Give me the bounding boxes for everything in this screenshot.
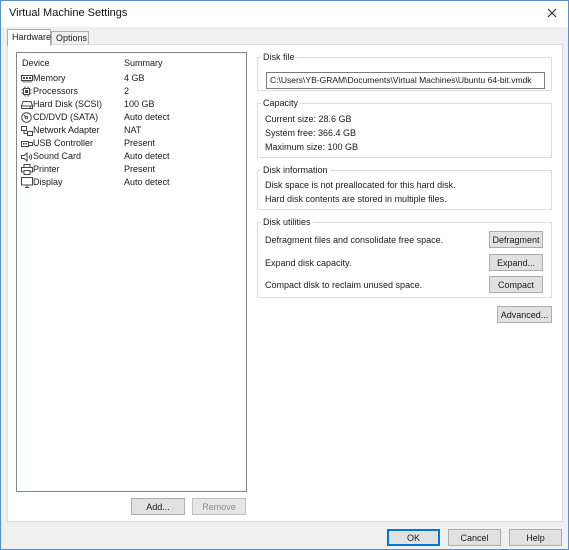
current-size-text: Current size: 28.6 GB: [265, 114, 352, 124]
device-row-cd-dvd[interactable]: CD/DVD (SATA) Auto detect: [17, 111, 246, 124]
window-title: Virtual Machine Settings: [9, 7, 128, 19]
device-name: Display: [33, 177, 63, 187]
disk-file-group: Disk file C:\Users\YB-GRAM\Documents\Vir…: [257, 52, 552, 91]
device-name: USB Controller: [33, 138, 94, 148]
device-row-usb-controller[interactable]: USB Controller Present: [17, 137, 246, 150]
device-name: Hard Disk (SCSI): [33, 99, 103, 109]
help-button[interactable]: Help: [509, 529, 562, 546]
remove-device-button[interactable]: Remove: [192, 498, 246, 515]
device-summary: Auto detect: [124, 151, 170, 161]
capacity-group-title: Capacity: [261, 98, 301, 109]
compact-button[interactable]: Compact: [489, 276, 543, 293]
disk-file-path-field[interactable]: C:\Users\YB-GRAM\Documents\Virtual Machi…: [266, 72, 545, 89]
device-list-header: Device Summary: [17, 53, 246, 73]
device-summary: 2: [124, 86, 130, 96]
defragment-description: Defragment files and consolidate free sp…: [265, 235, 444, 245]
disk-utilities-group-title: Disk utilities: [261, 217, 313, 228]
preallocation-text: Disk space is not preallocated for this …: [265, 180, 456, 190]
device-row-network-adapter[interactable]: Network Adapter NAT: [17, 124, 246, 137]
device-name: Network Adapter: [33, 125, 100, 135]
device-row-display[interactable]: Display Auto detect: [17, 176, 246, 189]
device-summary: Present: [124, 164, 156, 174]
disk-information-group-title: Disk information: [261, 165, 330, 176]
device-summary: Auto detect: [124, 177, 170, 187]
title-bar: Virtual Machine Settings: [1, 1, 568, 27]
device-column-header[interactable]: Device: [22, 58, 50, 68]
vm-settings-dialog: Virtual Machine Settings Hardware Option…: [0, 0, 569, 550]
hard-disk-icon: [20, 99, 33, 110]
device-summary: Auto detect: [124, 112, 170, 122]
compact-description: Compact disk to reclaim unused space.: [265, 280, 423, 290]
capacity-group: Capacity Current size: 28.6 GB System fr…: [257, 98, 552, 158]
device-row-printer[interactable]: Printer Present: [17, 163, 246, 176]
disk-file-group-title: Disk file: [261, 52, 297, 63]
ok-button[interactable]: OK: [387, 529, 440, 546]
maximum-size-text: Maximum size: 100 GB: [265, 142, 359, 152]
device-name: CD/DVD (SATA): [33, 112, 99, 122]
device-summary: NAT: [124, 125, 142, 135]
device-summary: Present: [124, 138, 156, 148]
device-name: Printer: [33, 164, 60, 174]
close-icon: [547, 8, 557, 18]
device-name: Memory: [33, 73, 66, 83]
device-name: Sound Card: [33, 151, 82, 161]
advanced-button[interactable]: Advanced...: [497, 306, 552, 323]
tab-hardware[interactable]: Hardware: [7, 29, 51, 46]
device-row-processors[interactable]: Processors 2: [17, 85, 246, 98]
device-row-memory[interactable]: Memory 4 GB: [17, 72, 246, 85]
sound-card-icon: [20, 151, 33, 162]
memory-icon: [20, 73, 33, 84]
device-summary: 100 GB: [124, 99, 155, 109]
disk-information-group: Disk information Disk space is not preal…: [257, 165, 552, 210]
system-free-text: System free: 366.4 GB: [265, 128, 357, 138]
display-icon: [20, 177, 33, 188]
summary-column-header[interactable]: Summary: [124, 58, 163, 68]
tab-options[interactable]: Options: [51, 31, 89, 45]
expand-button[interactable]: Expand...: [489, 254, 543, 271]
storage-files-text: Hard disk contents are stored in multipl…: [265, 194, 447, 204]
device-name: Processors: [33, 86, 79, 96]
device-row-sound-card[interactable]: Sound Card Auto detect: [17, 150, 246, 163]
network-adapter-icon: [20, 125, 33, 136]
defragment-button[interactable]: Defragment: [489, 231, 543, 248]
cancel-button[interactable]: Cancel: [448, 529, 501, 546]
close-button[interactable]: [538, 2, 566, 24]
device-list[interactable]: Device Summary Memory 4 GB Processors 2 …: [16, 52, 247, 492]
processor-icon: [20, 86, 33, 97]
expand-description: Expand disk capacity.: [265, 258, 352, 268]
device-summary: 4 GB: [124, 73, 145, 83]
device-row-hard-disk[interactable]: Hard Disk (SCSI) 100 GB: [17, 98, 246, 111]
add-device-button[interactable]: Add...: [131, 498, 185, 515]
usb-icon: [20, 138, 33, 149]
printer-icon: [20, 164, 33, 175]
cd-dvd-icon: [20, 112, 33, 123]
